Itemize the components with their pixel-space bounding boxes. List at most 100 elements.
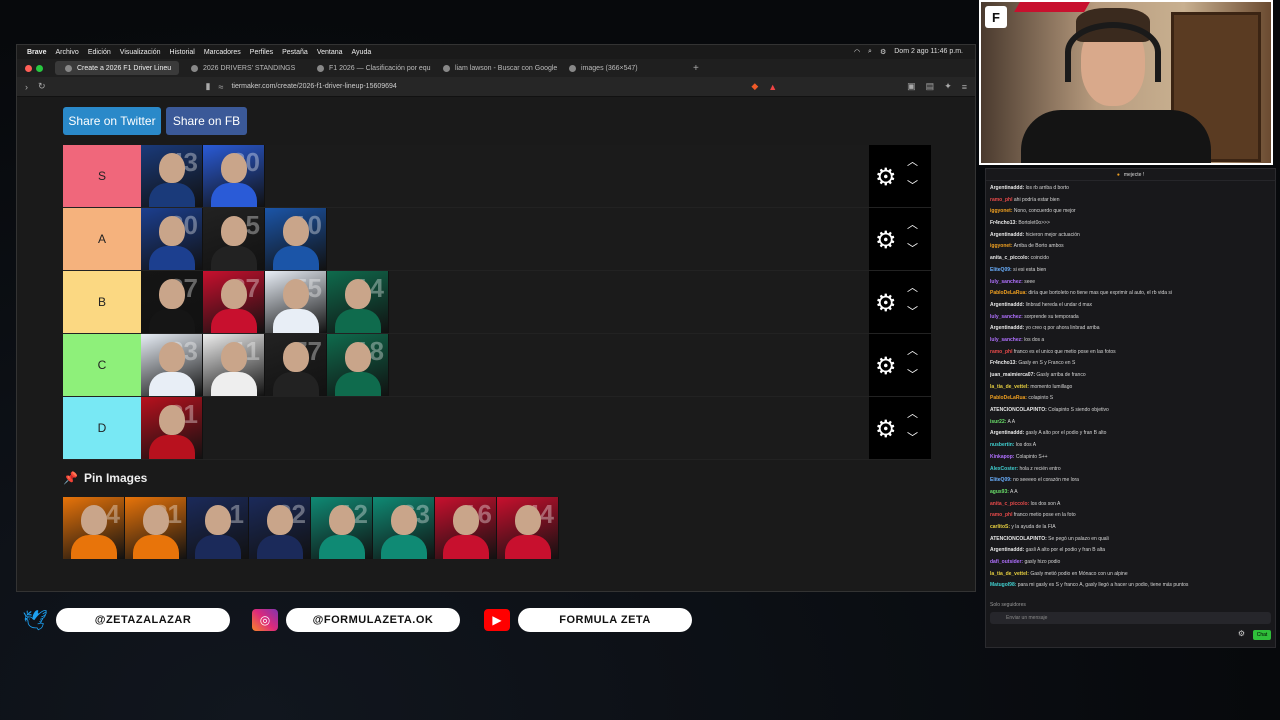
chat-username[interactable]: AlexCoster: bbox=[990, 466, 1018, 472]
chat-username[interactable]: Argentinaddd: bbox=[990, 232, 1024, 238]
chat-username[interactable]: iggyonet: bbox=[990, 243, 1013, 249]
chat-username[interactable]: agus93: bbox=[990, 489, 1009, 495]
chat-username[interactable]: ATENCIONCOLAPINTO: bbox=[990, 407, 1047, 413]
chat-username[interactable]: anita_c_piccolo: bbox=[990, 501, 1029, 507]
chat-send-button[interactable]: Chat bbox=[1253, 630, 1271, 640]
driver-card[interactable]: 10 bbox=[265, 208, 327, 270]
chat-username[interactable]: la_tia_de_vettel: bbox=[990, 571, 1029, 577]
tier-items[interactable]: 27875514 bbox=[141, 271, 869, 333]
menu-icon[interactable]: ≡ bbox=[962, 82, 967, 92]
chat-username[interactable]: luly_sanchez: bbox=[990, 279, 1023, 285]
chat-username[interactable]: dafi_outsider: bbox=[990, 559, 1023, 565]
tier-items[interactable]: 4330 bbox=[141, 145, 869, 207]
chevron-up-icon[interactable]: ︿ bbox=[907, 279, 918, 295]
chat-username[interactable]: isur22: bbox=[990, 419, 1006, 425]
driver-card[interactable]: 87 bbox=[203, 271, 265, 333]
menu-item-historial[interactable]: Historial bbox=[170, 49, 195, 56]
chat-username[interactable]: EliteQ09: bbox=[990, 477, 1012, 483]
chat-username[interactable]: Kinkapop: bbox=[990, 454, 1014, 460]
chevron-down-icon[interactable]: ﹀ bbox=[907, 240, 918, 256]
chevron-down-icon[interactable]: ﹀ bbox=[907, 177, 918, 193]
tier-label[interactable]: D bbox=[63, 397, 141, 459]
driver-card[interactable]: 27 bbox=[141, 271, 203, 333]
chevron-up-icon[interactable]: ︿ bbox=[907, 153, 918, 169]
url-field[interactable]: tiermaker.com/create/2026-f1-driver-line… bbox=[231, 83, 396, 90]
menu-item-visualización[interactable]: Visualización bbox=[120, 49, 161, 56]
tier-items[interactable]: 23117718 bbox=[141, 334, 869, 396]
driver-card[interactable]: 5 bbox=[203, 208, 265, 270]
close-window-button[interactable] bbox=[25, 64, 32, 72]
browser-tab[interactable]: 2026 DRIVERS' STANDINGS bbox=[181, 61, 305, 75]
pinned-message[interactable]: ● mejecte ! bbox=[986, 169, 1275, 181]
browser-tab[interactable]: Create a 2026 F1 Driver Lineu bbox=[55, 61, 179, 75]
tier-label[interactable]: S bbox=[63, 145, 141, 207]
gear-icon[interactable]: ⚙ bbox=[875, 415, 897, 444]
chat-username[interactable]: carlitoS: bbox=[990, 524, 1010, 530]
chat-username[interactable]: Fr4ncho13: bbox=[990, 220, 1017, 226]
share-facebook-button[interactable]: Share on FB bbox=[166, 107, 247, 135]
chat-username[interactable]: Argentinaddd: bbox=[990, 325, 1024, 331]
chat-username[interactable]: nusbertin: bbox=[990, 442, 1014, 448]
bookmark-icon[interactable]: ▮ bbox=[206, 81, 211, 92]
browser-tab[interactable]: F1 2026 — Clasificación por equip bbox=[307, 61, 431, 75]
site-info-icon[interactable]: ≈ bbox=[219, 82, 224, 92]
chat-username[interactable]: ramo_phl bbox=[990, 349, 1013, 355]
wifi-icon[interactable]: ◠ bbox=[854, 48, 860, 56]
browser-tab[interactable]: images (366×547) bbox=[559, 61, 683, 75]
driver-card[interactable]: 12 bbox=[311, 497, 373, 559]
menu-item-ventana[interactable]: Ventana bbox=[317, 49, 343, 56]
chat-settings-icon[interactable]: ⚙ bbox=[1238, 629, 1245, 638]
driver-card[interactable]: 63 bbox=[373, 497, 435, 559]
gear-icon[interactable]: ⚙ bbox=[875, 163, 897, 192]
chat-username[interactable]: la_tia_de_vettel: bbox=[990, 384, 1029, 390]
menu-item-marcadores[interactable]: Marcadores bbox=[204, 49, 241, 56]
share-twitter-button[interactable]: Share on Twitter bbox=[63, 107, 161, 135]
chat-username[interactable]: Fr4ncho13: bbox=[990, 360, 1017, 366]
driver-card[interactable]: 23 bbox=[141, 334, 203, 396]
chat-username[interactable]: Argentinaddd: bbox=[990, 430, 1024, 436]
sidebar-icon[interactable]: ▣ bbox=[907, 81, 916, 92]
chat-username[interactable]: Matugol98: bbox=[990, 582, 1016, 588]
chat-username[interactable]: iggyonet: bbox=[990, 208, 1013, 214]
zoom-window-button[interactable] bbox=[36, 64, 43, 72]
search-icon[interactable]: ⌕ bbox=[868, 48, 872, 56]
driver-card[interactable]: 43 bbox=[141, 145, 203, 207]
gear-icon[interactable]: ⚙ bbox=[875, 289, 897, 318]
extensions-icon[interactable]: ✦ bbox=[944, 81, 952, 92]
chat-input[interactable]: Enviar un mensaje bbox=[990, 612, 1271, 624]
chat-username[interactable]: ramo_phl bbox=[990, 512, 1013, 518]
driver-card[interactable]: 16 bbox=[435, 497, 497, 559]
driver-card[interactable]: 1 bbox=[187, 497, 249, 559]
driver-card[interactable]: 31 bbox=[141, 397, 203, 459]
driver-card[interactable]: 55 bbox=[265, 271, 327, 333]
chevron-up-icon[interactable]: ︿ bbox=[907, 405, 918, 421]
driver-card[interactable]: 44 bbox=[497, 497, 559, 559]
chevron-down-icon[interactable]: ﹀ bbox=[907, 366, 918, 382]
menu-item-archivo[interactable]: Archivo bbox=[55, 49, 78, 56]
chat-username[interactable]: Argentinaddd: bbox=[990, 302, 1024, 308]
driver-card[interactable]: 11 bbox=[203, 334, 265, 396]
menubar-clock[interactable]: Dom 2 ago 11:46 p.m. bbox=[894, 48, 963, 56]
chat-username[interactable]: Argentinaddd: bbox=[990, 185, 1024, 191]
chevron-down-icon[interactable]: ﹀ bbox=[907, 303, 918, 319]
driver-card[interactable]: 4 bbox=[63, 497, 125, 559]
new-tab-button[interactable]: + bbox=[687, 63, 705, 74]
chat-username[interactable]: anita_c_piccolo: bbox=[990, 255, 1029, 261]
driver-card[interactable]: 22 bbox=[249, 497, 311, 559]
chat-username[interactable]: PabloDeLaRua: bbox=[990, 290, 1027, 296]
chevron-down-icon[interactable]: ﹀ bbox=[907, 429, 918, 445]
tier-items[interactable]: 31 bbox=[141, 397, 869, 459]
tier-label[interactable]: B bbox=[63, 271, 141, 333]
driver-card[interactable]: 14 bbox=[327, 271, 389, 333]
menu-item-pestaña[interactable]: Pestaña bbox=[282, 49, 308, 56]
driver-card[interactable]: 81 bbox=[125, 497, 187, 559]
control-center-icon[interactable]: ⚙ bbox=[880, 48, 886, 56]
driver-card[interactable]: 30 bbox=[203, 145, 265, 207]
tier-items[interactable]: 30 510 bbox=[141, 208, 869, 270]
tier-label[interactable]: C bbox=[63, 334, 141, 396]
chevron-up-icon[interactable]: ︿ bbox=[907, 342, 918, 358]
driver-card[interactable]: 18 bbox=[327, 334, 389, 396]
chat-username[interactable]: ramo_phl bbox=[990, 197, 1013, 203]
chevron-up-icon[interactable]: ︿ bbox=[907, 216, 918, 232]
reload-icon[interactable]: ↻ bbox=[38, 81, 46, 92]
